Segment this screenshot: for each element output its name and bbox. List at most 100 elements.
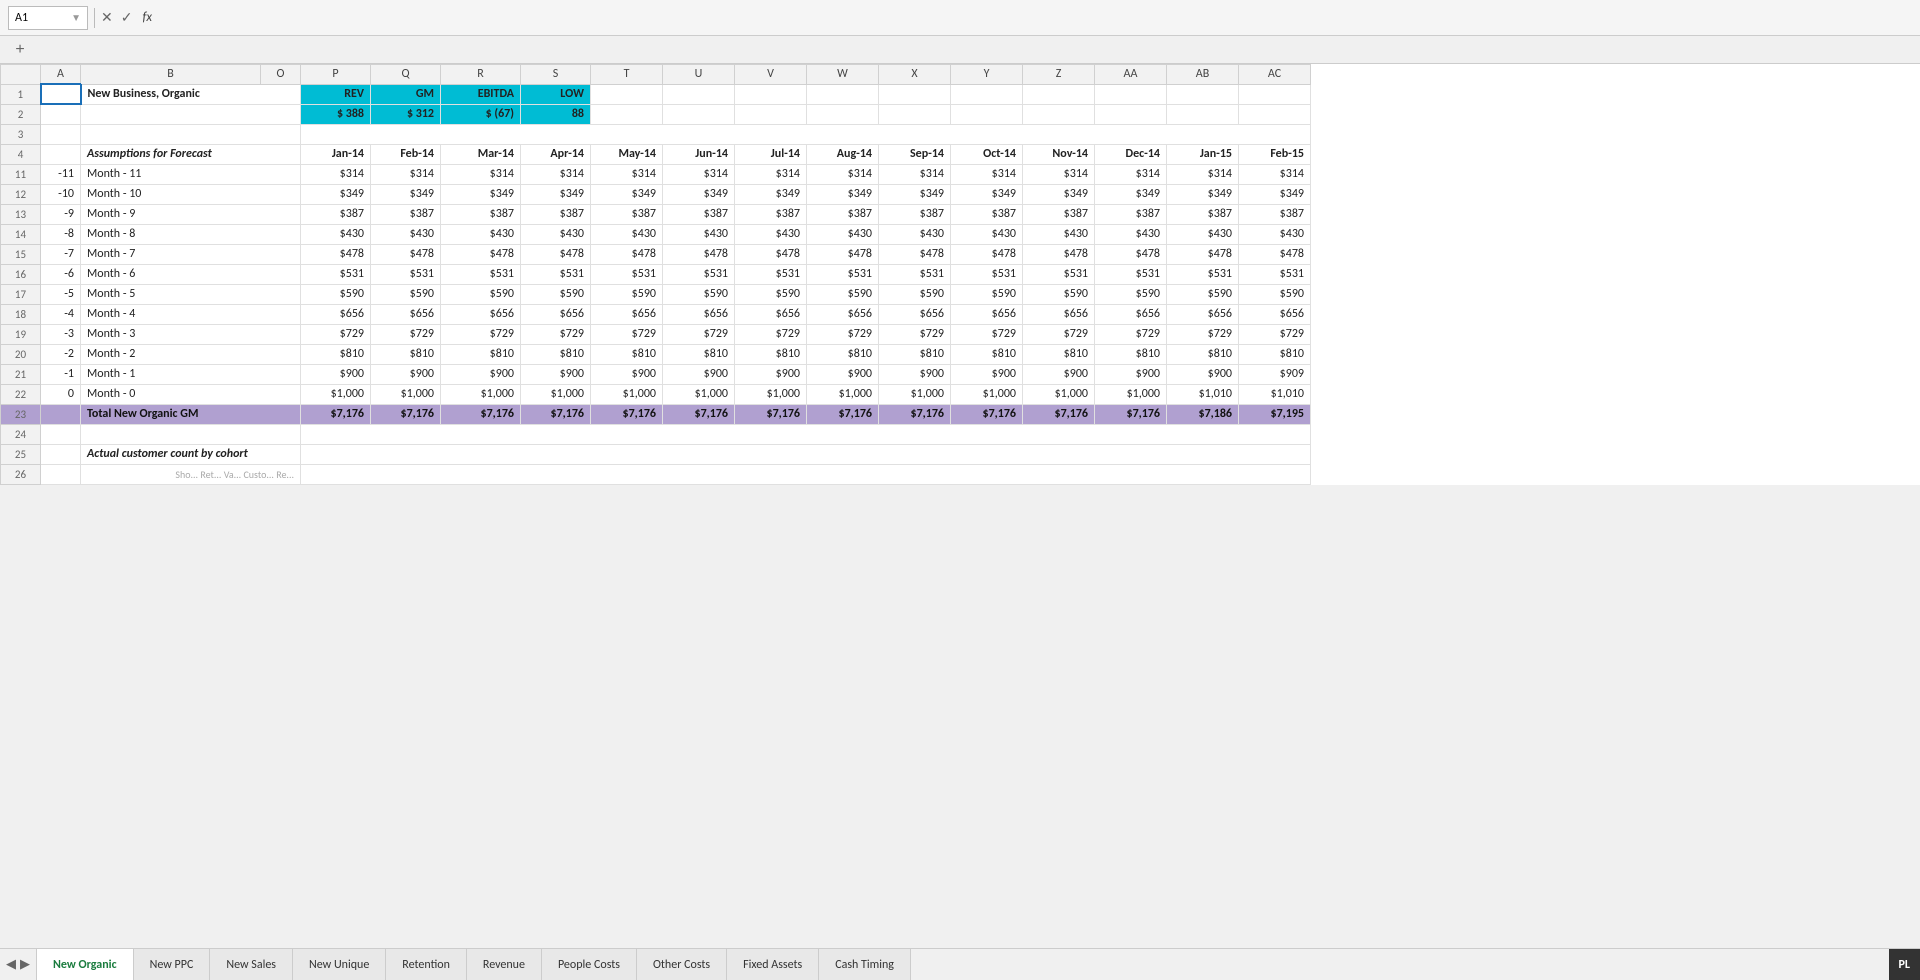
total-feb15[interactable]: $7,195 [1239,404,1311,424]
col-header-R[interactable]: R [441,65,521,85]
col-header-O[interactable]: O [261,65,301,85]
col-header-Q[interactable]: Q [371,65,441,85]
formula-input[interactable] [158,11,1912,25]
cell-P1[interactable]: REV [301,84,371,104]
tab-fixed-assets[interactable]: Fixed Assets [727,949,819,980]
cell-AB2[interactable] [1167,104,1239,124]
tab-pl[interactable]: PL [1889,949,1920,980]
col-header-P[interactable]: P [301,65,371,85]
tab-new-unique[interactable]: New Unique [293,949,386,980]
cancel-formula-icon[interactable]: ✕ [101,9,113,26]
prev-sheet-icon[interactable]: ◀ [6,957,16,972]
cell-V4-jul14[interactable]: Jul-14 [735,144,807,164]
cell-S1[interactable]: LOW [521,84,591,104]
add-sheet-button[interactable]: + [8,38,32,62]
col-header-U[interactable]: U [663,65,735,85]
total-jul14[interactable]: $7,176 [735,404,807,424]
col-header-S[interactable]: S [521,65,591,85]
cell-A1[interactable] [41,84,81,104]
cell-T4-may14[interactable]: May-14 [591,144,663,164]
cell-V1[interactable] [735,84,807,104]
cell-AA2[interactable] [1095,104,1167,124]
total-may14[interactable]: $7,176 [591,404,663,424]
cell-B1[interactable]: New Business, Organic [81,84,301,104]
cell-Q2[interactable]: $ 312 [371,104,441,124]
cell-AA4-dec14[interactable]: Dec-14 [1095,144,1167,164]
cell-Q1[interactable]: GM [371,84,441,104]
cell-A4[interactable] [41,144,81,164]
cell-T1[interactable] [591,84,663,104]
col-header-T[interactable]: T [591,65,663,85]
cell-reference-box[interactable]: A1 ▼ [8,6,88,30]
tab-new-ppc[interactable]: New PPC [134,949,211,980]
cell-AC4-feb15[interactable]: Feb-15 [1239,144,1311,164]
actual-customer-count-label[interactable]: Actual customer count by cohort [81,444,301,464]
cell-U2[interactable] [663,104,735,124]
cell-P4-jan14[interactable]: Jan-14 [301,144,371,164]
col-header-A[interactable]: A [41,65,81,85]
cell-S2[interactable]: 88 [521,104,591,124]
col-header-AC[interactable]: AC [1239,65,1311,85]
cell-X1[interactable] [879,84,951,104]
confirm-formula-icon[interactable]: ✓ [121,9,133,26]
cell-rest-3[interactable] [301,124,1311,144]
cell-B2[interactable] [81,104,301,124]
cell-AC1[interactable] [1239,84,1311,104]
cell-S4-apr14[interactable]: Apr-14 [521,144,591,164]
cell-X4-sep14[interactable]: Sep-14 [879,144,951,164]
cell-A2[interactable] [41,104,81,124]
tab-retention[interactable]: Retention [386,949,467,980]
tab-new-organic[interactable]: New Organic [37,949,134,980]
total-label[interactable]: Total New Organic GM [81,404,301,424]
total-jun14[interactable]: $7,176 [663,404,735,424]
total-mar14[interactable]: $7,176 [441,404,521,424]
total-dec14[interactable]: $7,176 [1095,404,1167,424]
cell-Y4-oct14[interactable]: Oct-14 [951,144,1023,164]
cell-T2[interactable] [591,104,663,124]
cell-X2[interactable] [879,104,951,124]
cell-Y2[interactable] [951,104,1023,124]
cell-W4-aug14[interactable]: Aug-14 [807,144,879,164]
cell-R1[interactable]: EBITDA [441,84,521,104]
col-header-W[interactable]: W [807,65,879,85]
cell-Q4-feb14[interactable]: Feb-14 [371,144,441,164]
col-header-B[interactable]: B [81,65,261,85]
col-header-Z[interactable]: Z [1023,65,1095,85]
tab-other-costs[interactable]: Other Costs [637,949,727,980]
cell-AB1[interactable] [1167,84,1239,104]
cell-W1[interactable] [807,84,879,104]
total-jan15[interactable]: $7,186 [1167,404,1239,424]
col-header-AB[interactable]: AB [1167,65,1239,85]
cell-Z1[interactable] [1023,84,1095,104]
tab-cash-timing[interactable]: Cash Timing [819,949,911,980]
total-nov14[interactable]: $7,176 [1023,404,1095,424]
cell-Z2[interactable] [1023,104,1095,124]
cell-R4-mar14[interactable]: Mar-14 [441,144,521,164]
cell-AC2[interactable] [1239,104,1311,124]
cell-U1[interactable] [663,84,735,104]
cell-P2[interactable]: $ 388 [301,104,371,124]
cell-B4[interactable]: Assumptions for Forecast [81,144,301,164]
cell-R2[interactable]: $ (67) [441,104,521,124]
cell-AA1[interactable] [1095,84,1167,104]
cell-U4-jun14[interactable]: Jun-14 [663,144,735,164]
total-oct14[interactable]: $7,176 [951,404,1023,424]
cell-A23[interactable] [41,404,81,424]
total-sep14[interactable]: $7,176 [879,404,951,424]
cell-AB4-jan15[interactable]: Jan-15 [1167,144,1239,164]
next-sheet-icon[interactable]: ▶ [20,957,30,972]
total-feb14[interactable]: $7,176 [371,404,441,424]
cell-B3[interactable] [81,124,301,144]
total-apr14[interactable]: $7,176 [521,404,591,424]
col-header-AA[interactable]: AA [1095,65,1167,85]
col-header-V[interactable]: V [735,65,807,85]
total-jan14[interactable]: $7,176 [301,404,371,424]
total-aug14[interactable]: $7,176 [807,404,879,424]
cell-Y1[interactable] [951,84,1023,104]
cell-W2[interactable] [807,104,879,124]
cell-Z4-nov14[interactable]: Nov-14 [1023,144,1095,164]
cell-V2[interactable] [735,104,807,124]
col-header-X[interactable]: X [879,65,951,85]
col-header-Y[interactable]: Y [951,65,1023,85]
tab-new-sales[interactable]: New Sales [210,949,293,980]
